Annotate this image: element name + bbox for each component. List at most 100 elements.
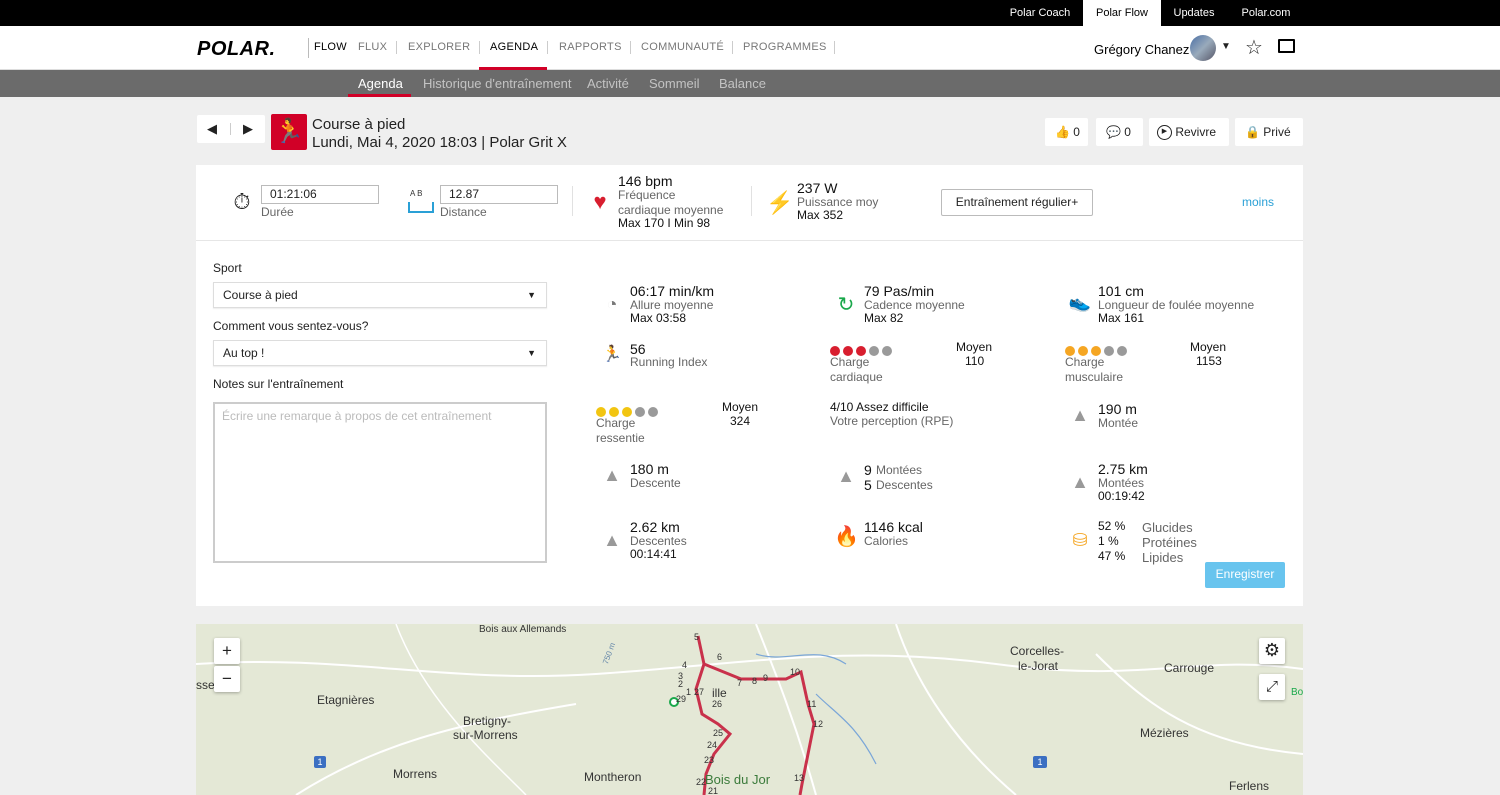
save-button[interactable]: Enregistrer <box>1205 562 1285 588</box>
route-marker: 8 <box>752 676 758 686</box>
privacy-button[interactable]: 🔒 Privé <box>1235 118 1303 146</box>
prev-session-icon[interactable]: ◀ <box>207 121 217 137</box>
power-value: 237 W <box>797 180 838 196</box>
flame-icon: 🔥 <box>834 526 859 548</box>
road-badge: 1 <box>1033 756 1047 768</box>
subnav-agenda[interactable]: Agenda <box>358 76 403 91</box>
chevron-down-icon: ▼ <box>527 290 536 300</box>
map-label: Bretigny- <box>463 714 512 728</box>
nav-flux[interactable]: FLUX <box>358 41 387 53</box>
perceived-load-dots <box>596 404 661 417</box>
polar-logo[interactable]: POLAR. <box>197 38 276 61</box>
nav-divider <box>479 41 480 54</box>
next-session-icon[interactable]: ▶ <box>243 121 253 137</box>
cadence-label: Cadence moyenne <box>864 298 965 312</box>
zoom-in-button[interactable]: + <box>214 638 240 664</box>
nav-communaute[interactable]: COMMUNAUTÉ <box>641 41 724 53</box>
nav-rapports[interactable]: RAPPORTS <box>559 41 622 53</box>
map-label: Bo <box>1291 687 1303 698</box>
thumbs-up-icon: 👍 <box>1055 125 1070 139</box>
route-marker: 3 <box>678 671 684 681</box>
top-bar: Polar Coach Polar Flow Updates Polar.com <box>0 0 1500 26</box>
star-icon[interactable]: ☆ <box>1245 35 1263 60</box>
fullscreen-icon[interactable]: ⤢ <box>1259 674 1285 700</box>
fat-percent: 47 % <box>1098 549 1126 563</box>
revivre-button[interactable]: ▶ Revivre <box>1149 118 1229 146</box>
map-label: le-Jorat <box>1018 659 1059 673</box>
flow-label: FLOW <box>314 41 347 53</box>
sport-select-value: Course à pied <box>223 288 298 302</box>
comment-count: 0 <box>1124 125 1131 139</box>
duration-input[interactable]: 01:21:06 <box>261 185 379 204</box>
power-max: Max 352 <box>797 208 844 222</box>
topbar-link-polar-coach[interactable]: Polar Coach <box>997 0 1083 26</box>
map-label: Morrens <box>393 767 438 781</box>
subnav-balance[interactable]: Balance <box>719 76 766 91</box>
carbs-label: Glucides <box>1142 520 1193 535</box>
map-label: ille <box>712 686 727 700</box>
session-subtitle: Lundi, Mai 4, 2020 18:03 | Polar Grit X <box>312 134 567 151</box>
perceived-load-label-2: ressentie <box>596 431 645 445</box>
heart-rate-value: 146 bpm <box>618 173 673 189</box>
subnav-historique[interactable]: Historique d'entraînement <box>423 76 571 91</box>
gear-icon[interactable]: ⚙ <box>1259 638 1285 664</box>
muscle-load-value: 1153 <box>1196 354 1222 368</box>
training-type-button[interactable]: Entraînement régulier+ <box>941 189 1093 216</box>
map-label: Etagnières <box>317 693 375 707</box>
subnav-sommeil[interactable]: Sommeil <box>649 76 700 91</box>
route-marker: 27 <box>694 687 705 697</box>
power-label: Puissance moy <box>797 195 879 209</box>
cardio-load-level: Moyen <box>956 340 993 354</box>
map-background <box>196 624 1303 795</box>
muscle-load-label-1: Charge <box>1065 355 1105 369</box>
cardio-load-value: 110 <box>965 354 985 368</box>
comment-button[interactable]: 💬 0 <box>1096 118 1143 146</box>
stopwatch-icon: ⏱ <box>233 189 251 214</box>
zoom-out-button[interactable]: − <box>214 666 240 692</box>
chevron-down-icon[interactable]: ▼ <box>1221 41 1231 52</box>
map-label: Bois du Jor <box>705 772 771 787</box>
ab-label: A B <box>410 189 423 198</box>
topbar-link-polar-com[interactable]: Polar.com <box>1227 0 1305 26</box>
nav-programmes[interactable]: PROGRAMMES <box>743 41 827 53</box>
perceived-load-label-1: Charge <box>596 416 636 430</box>
climbs-descents-icon: ▲ <box>837 466 855 486</box>
descent-label: Descente <box>630 476 681 490</box>
sub-nav: Agenda Historique d'entraînement Activit… <box>0 70 1500 97</box>
nav-divider <box>396 41 397 54</box>
avatar[interactable] <box>1190 35 1216 61</box>
route-marker: 6 <box>717 652 723 662</box>
distance-input[interactable]: 12.87 <box>440 185 558 204</box>
nav-explorer[interactable]: EXPLORER <box>408 41 470 53</box>
topbar-link-updates[interactable]: Updates <box>1161 0 1227 26</box>
privacy-label: Privé <box>1263 125 1291 139</box>
descent-distance-value: 2.62 km <box>630 519 680 535</box>
nav-divider <box>547 41 548 54</box>
chat-icon[interactable] <box>1278 39 1295 53</box>
like-button[interactable]: 👍 0 <box>1045 118 1088 146</box>
cardio-load-label-2: cardiaque <box>830 370 883 384</box>
sport-select[interactable]: Course à pied ▼ <box>213 282 547 308</box>
less-link[interactable]: moins <box>1242 195 1274 209</box>
chevron-down-icon: ▼ <box>527 348 536 358</box>
user-name[interactable]: Grégory Chanez <box>1094 42 1189 57</box>
subnav-activite[interactable]: Activité <box>587 76 629 91</box>
route-map[interactable]: Bois aux Allemands Etagnières Bretigny- … <box>196 624 1303 795</box>
feeling-select[interactable]: Au top ! ▼ <box>213 340 547 366</box>
route-marker: 12 <box>813 719 824 729</box>
map-label: Bois aux Allemands <box>479 624 567 635</box>
lock-icon: 🔒 <box>1245 125 1260 139</box>
descent-distance-time: 00:14:41 <box>630 547 677 561</box>
notes-textarea[interactable]: Écrire une remarque à propos de cet entr… <box>213 402 547 563</box>
muscle-load-level: Moyen <box>1190 340 1227 354</box>
topbar-link-polar-flow[interactable]: Polar Flow <box>1083 0 1161 26</box>
muscle-load-dots <box>1065 343 1130 356</box>
rpe-value: 4/10 Assez difficile <box>830 400 929 414</box>
nav-agenda[interactable]: AGENDA <box>490 41 538 53</box>
route-marker: 11 <box>807 699 817 709</box>
road-badge: 1 <box>314 756 326 768</box>
summary-divider <box>572 186 573 216</box>
map-label: Carrouge <box>1164 661 1215 675</box>
perceived-load-level: Moyen <box>722 400 759 414</box>
muscle-load-label-2: musculaire <box>1065 370 1124 384</box>
